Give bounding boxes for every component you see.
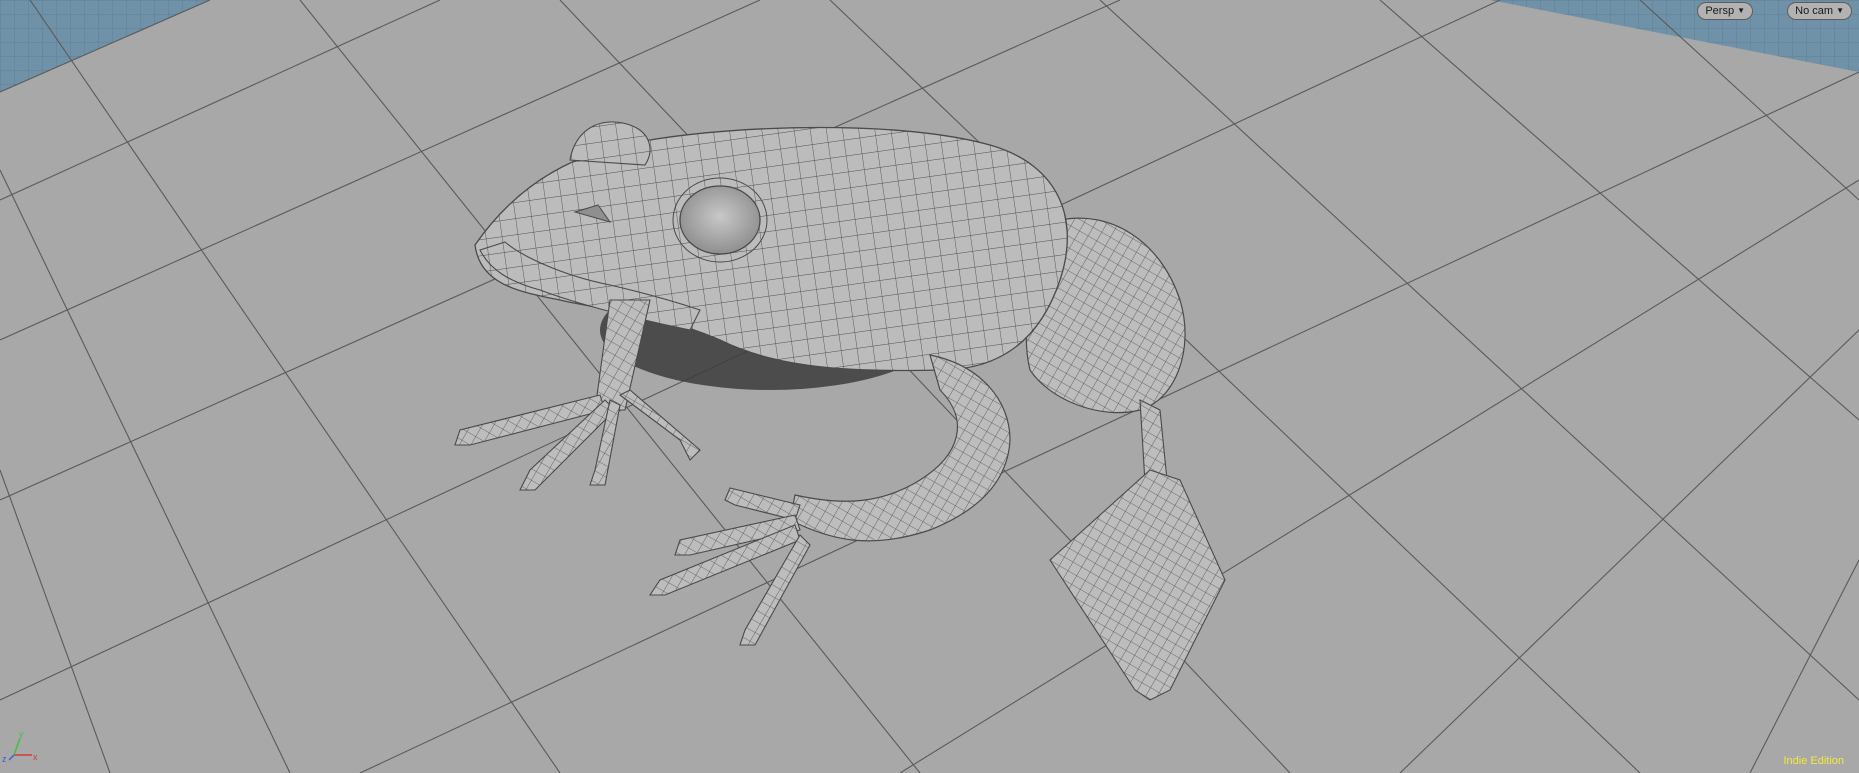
- chevron-down-icon: ▼: [1737, 6, 1745, 15]
- scene-canvas[interactable]: x y z: [0, 0, 1859, 773]
- persp-menu-button[interactable]: Persp ▼: [1697, 2, 1753, 20]
- axis-z-label: z: [2, 754, 7, 764]
- camera-selector-button[interactable]: No cam ▼: [1787, 2, 1852, 20]
- frog-eye: [679, 185, 761, 255]
- axis-x-label: x: [33, 752, 38, 762]
- chevron-down-icon: ▼: [1836, 6, 1844, 15]
- 3d-viewport[interactable]: x y z Persp ▼ No cam ▼ Indie Edition: [0, 0, 1859, 773]
- persp-menu-label: Persp: [1705, 5, 1735, 17]
- camera-selector-label: No cam: [1795, 5, 1834, 17]
- ground-plane: [0, 0, 1859, 773]
- edition-label: Indie Edition: [1783, 755, 1844, 767]
- axis-y-label: y: [19, 729, 24, 739]
